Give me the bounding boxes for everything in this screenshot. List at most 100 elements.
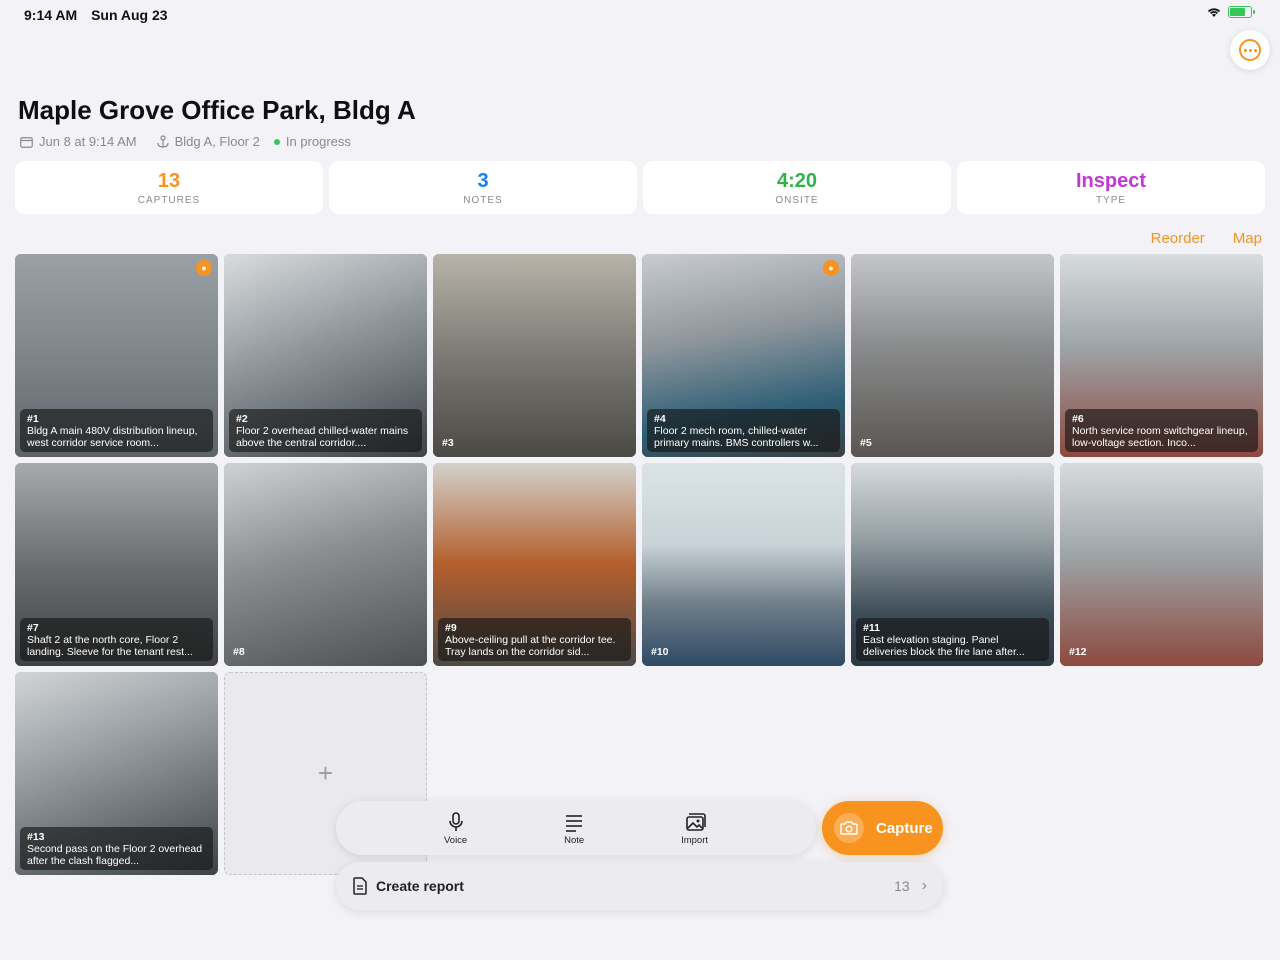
grid-actions: Reorder Map [1151,230,1262,247]
stat-type[interactable]: Inspect TYPE [957,161,1265,214]
capture-caption-text: Above-ceiling pull at the corridor tee. … [445,634,616,658]
capture-caption-text: East elevation staging. Panel deliveries… [863,634,1025,658]
calendar-icon [20,136,33,148]
page-title: Maple Grove Office Park, Bldg A [18,95,416,125]
capture-caption-text: North service room switchgear lineup, lo… [1072,425,1248,449]
capture-photo [851,254,1054,457]
reorder-link[interactable]: Reorder [1151,230,1205,247]
capture-photo [433,254,636,457]
capture-number: #9 [445,622,457,634]
capture-caption: #13 Second pass on the Floor 2 overhead a… [20,827,213,870]
capture-tile[interactable]: #3 [433,254,636,457]
session-meta: Jun 8 at 9:14 AM Bldg A, Floor 2 In prog… [20,134,351,149]
capture-tile[interactable]: #2 Floor 2 overhead chilled-water mains a… [224,254,427,457]
voice-button[interactable]: Voice [444,811,467,846]
capture-number: #10 [651,646,669,658]
note-button[interactable]: Note [563,811,585,846]
status-date: Sun Aug 23 [91,7,168,23]
capture-number: #2 [236,413,248,425]
stat-label: TYPE [1095,194,1127,206]
capture-caption: #8 [229,642,252,661]
session-location: Bldg A, Floor 2 [174,134,260,149]
session-status: In progress [285,134,351,149]
stats-row: 13 CAPTURES 3 NOTES 4:20 ONSITE Inspect … [15,161,1265,214]
status-icons [1206,6,1255,18]
capture-number: #4 [654,413,666,425]
status-time-date: 9:14 AM Sun Aug 23 [24,7,168,23]
create-report-button[interactable]: Create report 13 › [336,862,943,910]
capture-number: #12 [1069,646,1087,658]
note-label: Note [564,834,585,846]
capture-number: #13 [27,831,45,843]
note-lines-icon [566,814,583,832]
stat-value: 4:20 [776,169,818,192]
capture-toolbar: Voice Note Import [336,801,816,855]
capture-number: #1 [27,413,39,425]
capture-number: #11 [863,622,880,634]
session-date: Jun 8 at 9:14 AM [39,134,137,149]
stat-value: 13 [157,169,181,192]
capture-number: #7 [27,622,39,634]
capture-tile[interactable]: #9 Above-ceiling pull at the corridor tee… [433,463,636,666]
capture-grid: ● #1 Bldg A main 480V distribution lineup,… [15,254,1265,875]
capture-caption-text: Floor 2 mech room, chilled-water primary… [654,425,819,449]
status-dot-icon [273,138,280,145]
capture-caption-text: Bldg A main 480V distribution lineup, we… [27,425,198,449]
capture-caption: #5 [856,433,879,452]
import-label: Import [681,834,709,846]
capture-tile[interactable]: #11 East elevation staging. Panel deliver… [851,463,1054,666]
stat-value: 3 [477,169,489,192]
capture-photo [642,463,845,666]
capture-button[interactable]: Capture [822,801,943,855]
capture-tile[interactable]: ● #4 Floor 2 mech room, chilled-water prim… [642,254,845,457]
capture-tile[interactable]: #13 Second pass on the Floor 2 overhead a… [15,672,218,875]
capture-caption: #3 [438,433,461,452]
stat-onsite[interactable]: 4:20 ONSITE [643,161,951,214]
capture-tile[interactable]: #10 [642,463,845,666]
capture-caption: #12 [1065,642,1094,661]
capture-caption: #1 Bldg A main 480V distribution lineup, … [20,409,213,452]
import-button[interactable]: Import [681,811,708,846]
report-capture-count: 13 [894,878,910,894]
capture-number: #5 [860,437,872,449]
status-bar: 9:14 AM Sun Aug 23 [0,0,1280,30]
capture-caption: #7 Shaft 2 at the north core, Floor 2 lan… [20,618,213,661]
microphone-icon [448,811,463,831]
stat-value: Inspect [1075,169,1147,192]
ellipsis-circle-icon [1239,39,1261,61]
capture-caption-text: Second pass on the Floor 2 overhead afte… [27,843,203,867]
status-time: 9:14 AM [24,7,78,23]
more-options-button[interactable] [1230,30,1270,70]
capture-tile[interactable]: ● #1 Bldg A main 480V distribution lineup,… [15,254,218,457]
stat-label: ONSITE [775,194,819,206]
capture-caption: #2 Floor 2 overhead chilled-water mains a… [229,409,422,452]
stat-label: CAPTURES [137,194,201,206]
capture-tile[interactable]: #5 [851,254,1054,457]
document-icon [353,877,367,895]
map-link[interactable]: Map [1233,230,1262,247]
stat-captures[interactable]: 13 CAPTURES [15,161,323,214]
capture-tile[interactable]: #6 North service room switchgear lineup, … [1060,254,1263,457]
capture-caption: #9 Above-ceiling pull at the corridor tee… [438,618,631,661]
capture-caption-text: Floor 2 overhead chilled-water mains abo… [236,425,409,449]
voice-label: Voice [443,834,468,846]
stat-notes[interactable]: 3 NOTES [329,161,637,214]
stat-label: NOTES [463,194,503,206]
location-icon [156,135,169,148]
capture-caption-text: Shaft 2 at the north core, Floor 2 landi… [27,634,193,658]
capture-tile[interactable]: #8 [224,463,427,666]
capture-photo [224,463,427,666]
voice-note-badge-icon: ● [823,260,839,276]
capture-photo [1060,463,1263,666]
battery-icon [1228,6,1255,18]
capture-tile[interactable]: #12 [1060,463,1263,666]
photo-stack-icon [685,812,706,831]
capture-caption: #11 East elevation staging. Panel deliver… [856,618,1049,661]
capture-number: #3 [442,437,454,449]
capture-label: Capture [876,819,933,837]
capture-tile[interactable]: #7 Shaft 2 at the north core, Floor 2 lan… [15,463,218,666]
capture-caption: #4 Floor 2 mech room, chilled-water prima… [647,409,840,452]
capture-number: #6 [1072,413,1084,425]
capture-caption: #10 [647,642,676,661]
wifi-icon [1207,8,1221,17]
